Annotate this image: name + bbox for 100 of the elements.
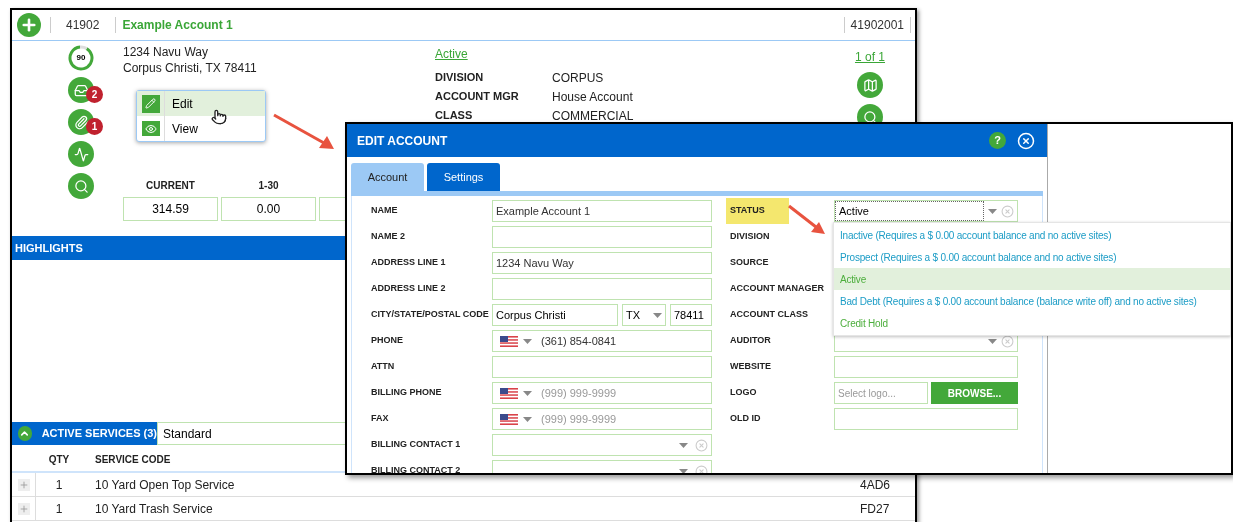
- score-ring: 90: [68, 45, 94, 71]
- count-badge: 2: [86, 86, 103, 103]
- map-icon: [862, 77, 878, 93]
- table-cell-text: 10 Yard Trash Service: [95, 500, 214, 518]
- map-button[interactable]: [857, 72, 883, 98]
- side-action-button[interactable]: [68, 141, 94, 167]
- collapse-icon: [18, 426, 32, 441]
- aging-cell: 0.00: [221, 197, 316, 221]
- detail-value: CORPUS: [552, 69, 604, 87]
- field-label: FAX: [371, 412, 390, 426]
- phone-field[interactable]: (999) 999-9999: [492, 408, 712, 430]
- side-action-button[interactable]: [68, 173, 94, 199]
- close-icon[interactable]: [1017, 131, 1035, 150]
- field-label: BILLING CONTACT 1: [371, 438, 462, 452]
- field-label: AUDITOR: [730, 334, 771, 348]
- flag-icon: [500, 387, 518, 399]
- browse-button[interactable]: BROWSE...: [931, 382, 1018, 404]
- caret-icon: [653, 312, 662, 318]
- status-link[interactable]: Active: [435, 45, 468, 63]
- select-field[interactable]: [492, 434, 712, 456]
- field-label: OLD ID: [730, 412, 761, 426]
- section-title: HIGHLIGHTS: [15, 240, 83, 256]
- dropdown-option[interactable]: Prospect (Requires a $ 0.00 account balance and no active sites): [834, 246, 1230, 268]
- menu-item[interactable]: View: [137, 116, 265, 141]
- side-action-button[interactable]: [68, 109, 94, 135]
- site-number: 41902001: [850, 17, 904, 34]
- detail-value: COMMERCIAL: [552, 107, 634, 125]
- field-label: ADDRESS LINE 1: [371, 256, 447, 270]
- caret-icon: [679, 468, 688, 473]
- field-label: ACCOUNT MANAGER: [730, 282, 824, 296]
- clear-icon: [1001, 204, 1014, 218]
- logo-field[interactable]: Select logo...: [834, 382, 928, 404]
- input-field[interactable]: [834, 356, 1018, 378]
- field-label: NAME: [371, 204, 399, 218]
- select-field[interactable]: Active: [834, 200, 1018, 222]
- dropdown-option[interactable]: Credit Hold: [834, 312, 1230, 334]
- dropdown-option[interactable]: Bad Debt (Requires a $ 0.00 account balance (balance write off) and no active sites): [834, 290, 1230, 312]
- phone-field[interactable]: (999) 999-9999: [492, 382, 712, 404]
- table-cell-text: 1: [54, 500, 64, 518]
- pager-link[interactable]: 1 of 1: [855, 48, 885, 66]
- plus-icon: [18, 479, 29, 490]
- input-field[interactable]: Example Account 1: [492, 200, 712, 222]
- phone-field[interactable]: (361) 854-0841: [492, 330, 712, 352]
- caret-icon: [679, 442, 688, 448]
- tab[interactable]: Account: [351, 163, 424, 191]
- input-field[interactable]: [492, 356, 712, 378]
- caret-icon: [988, 338, 997, 344]
- highlighted-label: STATUS: [726, 198, 789, 224]
- section-title: ACTIVE SERVICES (3): [41, 426, 157, 442]
- line-chart-icon: [73, 146, 89, 162]
- inbox-icon: [73, 82, 89, 98]
- expand-row-button[interactable]: [17, 478, 30, 491]
- aging-cell: 314.59: [123, 197, 218, 221]
- eye-icon: [141, 121, 160, 136]
- plus-icon: [18, 503, 29, 514]
- field-label: PHONE: [371, 334, 404, 348]
- account-number: 41902: [66, 17, 100, 34]
- pointer-arrow: [272, 112, 336, 152]
- table-cell-text: 4AD6: [860, 476, 892, 494]
- input-field[interactable]: [492, 278, 712, 300]
- field-label: DIVISION: [730, 230, 770, 244]
- search-icon: [73, 178, 89, 194]
- field-label: CITY/STATE/POSTAL CODE: [371, 308, 490, 322]
- postal-field[interactable]: 78411: [670, 304, 712, 326]
- caret-icon: [988, 208, 997, 214]
- flag-icon: [500, 335, 518, 347]
- menu-item[interactable]: Edit: [137, 91, 265, 116]
- field-label: SOURCE: [730, 256, 769, 270]
- caret-icon: [523, 390, 532, 396]
- field-label: ADDRESS LINE 2: [371, 282, 447, 296]
- field-label: ATTN: [371, 360, 396, 374]
- state-select[interactable]: TX: [622, 304, 666, 326]
- pencil-icon: [141, 94, 160, 113]
- field-label: LOGO: [730, 386, 757, 400]
- detail-value: House Account: [552, 88, 633, 106]
- side-action-button[interactable]: [68, 77, 94, 103]
- input-field[interactable]: 1234 Navu Way: [492, 252, 712, 274]
- dropdown-option[interactable]: Inactive (Requires a $ 0.00 account balance and no active sites): [834, 224, 1230, 246]
- pointer-arrow: [787, 203, 827, 237]
- field-label: BILLING CONTACT 2: [371, 464, 462, 473]
- aging-header: 1-30: [258, 179, 279, 193]
- clear-icon: [695, 438, 708, 452]
- city-field[interactable]: Corpus Christi: [492, 304, 618, 326]
- help-button[interactable]: ?: [989, 132, 1006, 149]
- caret-icon: [523, 416, 532, 422]
- input-field[interactable]: [834, 408, 1018, 430]
- detail-label: ACCOUNT MGR: [435, 89, 520, 105]
- hand-cursor-icon: [211, 109, 227, 125]
- tab[interactable]: Settings: [427, 163, 500, 191]
- field-label: BILLING PHONE: [371, 386, 443, 400]
- services-header[interactable]: ACTIVE SERVICES (3): [12, 422, 157, 445]
- expand-row-button[interactable]: [17, 502, 30, 515]
- clear-icon: [1001, 334, 1014, 348]
- detail-label: DIVISION: [435, 70, 485, 86]
- input-field[interactable]: [492, 226, 712, 248]
- field-label: NAME 2: [371, 230, 406, 244]
- dialog-title: EDIT ACCOUNT: [357, 132, 449, 150]
- caret-icon: [523, 338, 532, 344]
- add-button[interactable]: [17, 13, 41, 37]
- table-cell-text: 1: [54, 476, 64, 494]
